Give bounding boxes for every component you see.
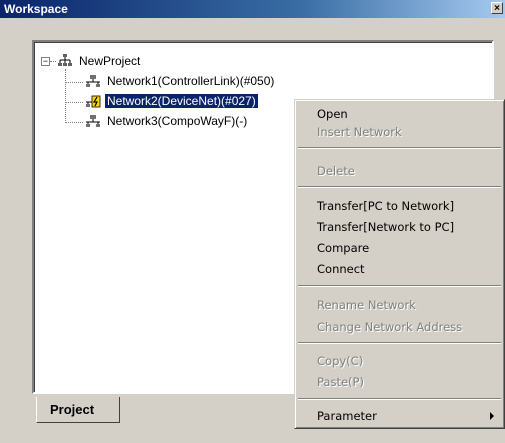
network-warning-icon (86, 95, 101, 108)
submenu-arrow-icon (490, 412, 494, 420)
menu-separator (298, 186, 501, 188)
tree-connector (65, 82, 83, 83)
tree-node-label: Network2(DeviceNet)(#027) (104, 93, 259, 109)
window-title: Workspace (4, 2, 68, 16)
network-icon (86, 115, 100, 127)
menu-separator (298, 285, 501, 287)
close-button[interactable]: × (491, 2, 503, 14)
collapse-toggle[interactable]: − (41, 57, 50, 66)
tree-connector (50, 61, 56, 62)
menu-separator (298, 398, 501, 400)
context-menu: Open Insert Network Delete Transfer[PC t… (294, 99, 505, 429)
menu-item-parameter[interactable]: Parameter (317, 407, 377, 425)
tree-connector (65, 122, 83, 123)
menu-item-change-network-address[interactable]: Change Network Address (317, 318, 462, 336)
tree-connector (65, 69, 66, 123)
menu-item-paste[interactable]: Paste(P) (317, 373, 364, 391)
tab-label: Project (50, 402, 95, 417)
minus-icon: − (42, 56, 49, 66)
tree-connector (65, 102, 83, 103)
workspace-title-bar[interactable]: Workspace × (0, 0, 505, 18)
menu-item-insert-network[interactable]: Insert Network (317, 123, 402, 141)
menu-item-rename-network[interactable]: Rename Network (317, 296, 416, 314)
menu-item-transfer-network-to-pc[interactable]: Transfer[Network to PC] (317, 218, 454, 236)
menu-item-compare[interactable]: Compare (317, 239, 369, 257)
menu-item-transfer-pc-to-network[interactable]: Transfer[PC to Network] (317, 197, 454, 215)
menu-item-delete[interactable]: Delete (317, 162, 355, 180)
tree-node-label: Network1(ControllerLink)(#050) (107, 74, 275, 88)
menu-separator (298, 342, 501, 344)
tree-node-label: NewProject (79, 54, 141, 68)
menu-item-connect[interactable]: Connect (317, 260, 365, 278)
menu-item-copy[interactable]: Copy(C) (317, 352, 363, 370)
menu-separator (298, 147, 501, 149)
close-icon: × (494, 3, 500, 14)
menu-item-open[interactable]: Open (317, 105, 348, 123)
tree-node-label: Network3(CompoWayF)(-) (107, 114, 248, 128)
tab-project[interactable]: Project (36, 397, 120, 423)
project-network-icon (58, 54, 72, 66)
network-icon (86, 75, 100, 87)
